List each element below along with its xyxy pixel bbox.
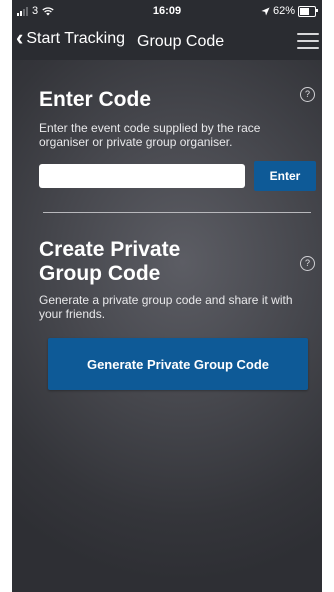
nav-bar: ‹ Start Tracking Group Code bbox=[12, 22, 322, 60]
enter-button[interactable]: Enter bbox=[254, 161, 316, 191]
battery-percent: 62% bbox=[272, 5, 295, 17]
private-group-help-icon[interactable]: ? bbox=[300, 256, 315, 271]
back-label: Start Tracking bbox=[26, 30, 126, 47]
section-divider bbox=[43, 212, 311, 213]
chevron-left-icon: ‹ bbox=[16, 25, 24, 50]
enter-code-description: Enter the event code supplied by the rac… bbox=[39, 121, 261, 149]
battery-icon bbox=[298, 5, 318, 17]
status-right: 62% bbox=[261, 5, 318, 17]
status-bar: 3 16:09 62% bbox=[12, 0, 322, 22]
location-arrow-icon bbox=[261, 6, 270, 16]
back-button[interactable]: ‹ Start Tracking bbox=[16, 25, 126, 50]
event-code-input[interactable] bbox=[39, 164, 245, 188]
page-title: Group Code bbox=[137, 33, 225, 50]
private-group-title: Create Private Group Code bbox=[39, 238, 181, 285]
enter-code-title: Enter Code bbox=[39, 88, 152, 111]
private-group-description: Generate a private group code and share … bbox=[39, 293, 293, 321]
battery-fill bbox=[300, 7, 309, 15]
main-content: Enter Code ? Enter the event code suppli… bbox=[12, 60, 322, 592]
generate-private-group-code-button[interactable]: Generate Private Group Code bbox=[48, 338, 308, 390]
hamburger-menu-icon[interactable] bbox=[297, 30, 319, 50]
enter-code-help-icon[interactable]: ? bbox=[300, 87, 315, 102]
phone-screen: 3 16:09 62% ‹ Start Tracking Group Code bbox=[0, 0, 334, 592]
